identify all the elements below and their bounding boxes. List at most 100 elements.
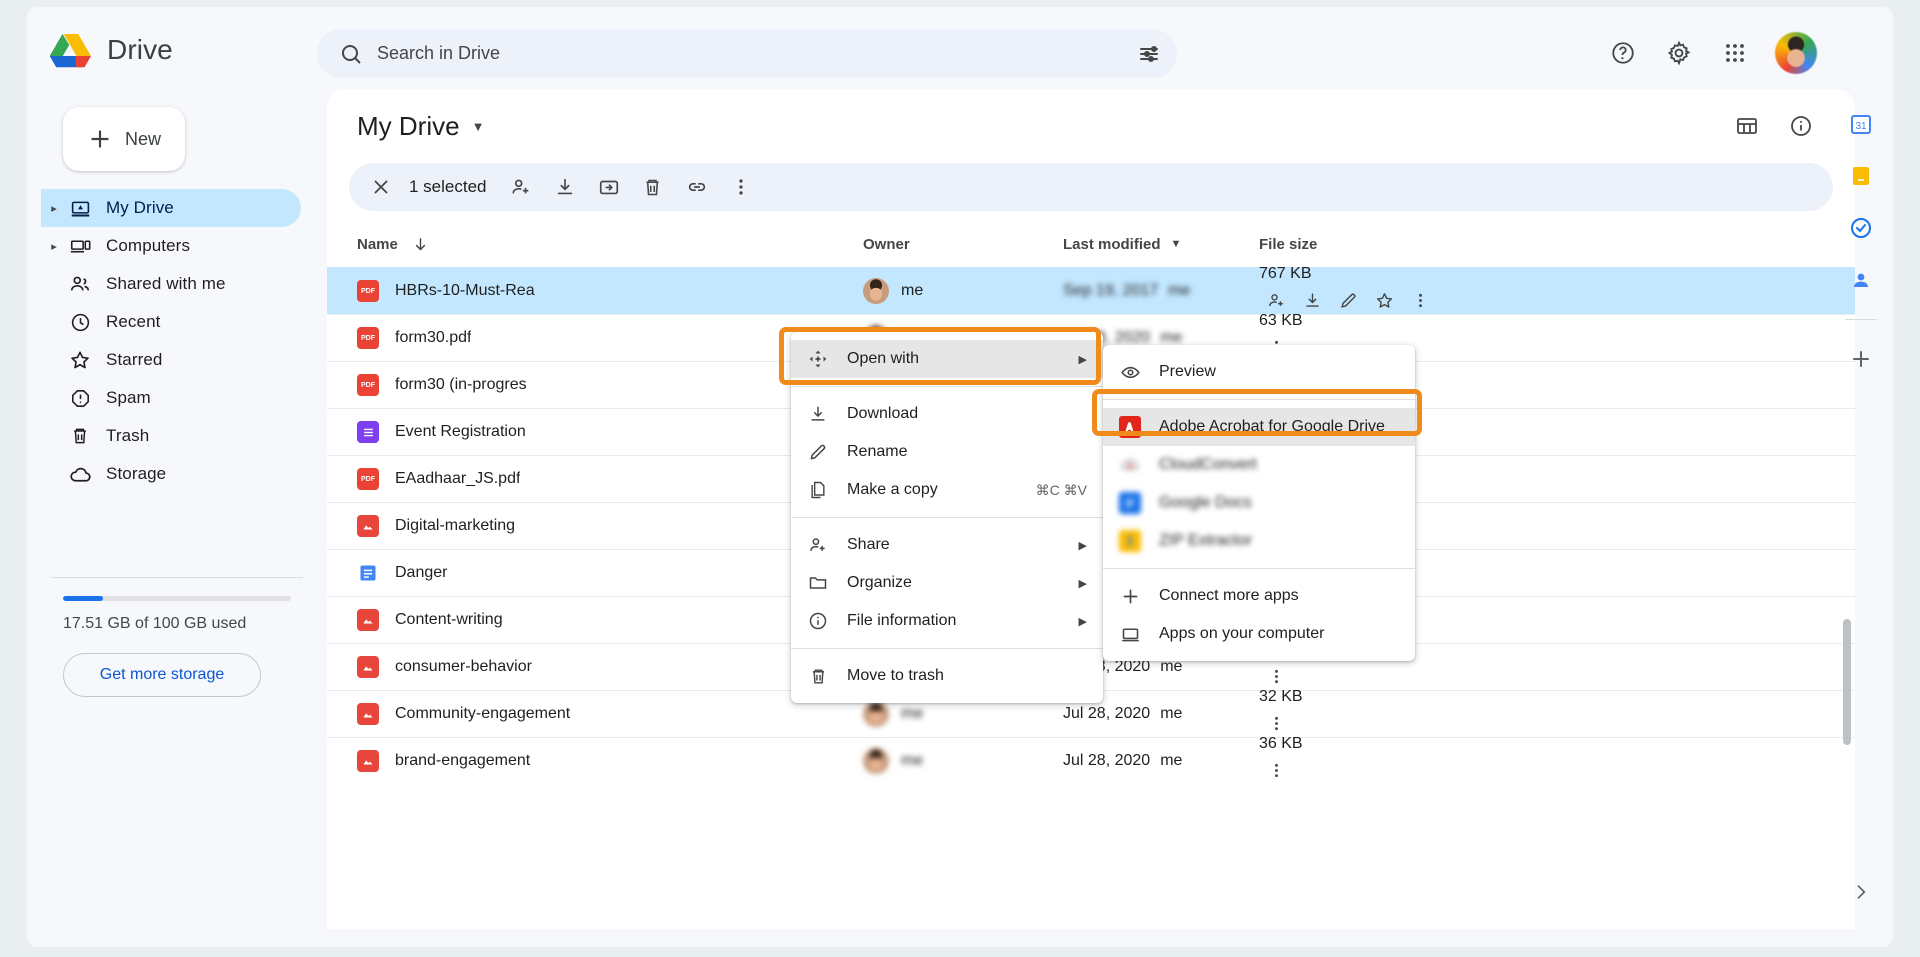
- toolbar-download-button[interactable]: [545, 167, 585, 207]
- column-header-name[interactable]: Name: [357, 236, 863, 253]
- details-info-button[interactable]: [1777, 102, 1825, 150]
- submenu-label: Connect more apps: [1159, 587, 1299, 605]
- context-menu-item-file-information[interactable]: File information ▶: [791, 602, 1103, 640]
- submenu-item-connect-more-apps[interactable]: Connect more apps: [1103, 577, 1415, 615]
- laptop-icon: [1119, 624, 1141, 645]
- context-menu-item-rename[interactable]: Rename: [791, 433, 1103, 471]
- toolbar-get-link-button[interactable]: [677, 167, 717, 207]
- context-menu-item-make-a-copy[interactable]: Make a copy ⌘C ⌘V: [791, 471, 1103, 509]
- rail-item-keep[interactable]: [1842, 157, 1880, 195]
- toolbar-share-button[interactable]: [501, 167, 541, 207]
- context-menu-item-move-to-trash[interactable]: Move to trash: [791, 657, 1103, 695]
- rail-expand-button[interactable]: [1842, 873, 1880, 911]
- context-menu-label: Share: [847, 536, 890, 554]
- avatar[interactable]: [1775, 32, 1817, 74]
- toolbar-trash-button[interactable]: [633, 167, 673, 207]
- file-context-menu: Open with ▶ Download Rename: [791, 332, 1103, 703]
- sidebar-item-starred[interactable]: Starred: [41, 341, 301, 379]
- row-more[interactable]: [1259, 753, 1293, 787]
- person-add-icon: [510, 176, 532, 198]
- toolbar-more-button[interactable]: [721, 167, 761, 207]
- rail-item-tasks[interactable]: [1842, 209, 1880, 247]
- submenu-item-google-docs[interactable]: Google Docs: [1103, 484, 1415, 522]
- context-menu-item-download[interactable]: Download: [791, 395, 1103, 433]
- shared-with-me-icon: [63, 273, 97, 295]
- google-docs-icon: [357, 562, 379, 584]
- rail-item-add-ons[interactable]: [1842, 340, 1880, 378]
- row-owner-cell: me: [863, 278, 1063, 304]
- clock-icon: [63, 312, 97, 333]
- column-header-file-size[interactable]: File size: [1259, 236, 1825, 253]
- column-header-last-modified[interactable]: Last modified ▼: [1063, 236, 1259, 253]
- file-name: consumer-behavior: [395, 658, 532, 676]
- open-with-submenu: Preview Adobe Acrobat for Google Drive C…: [1103, 345, 1415, 661]
- sidebar-item-shared-with-me[interactable]: Shared with me: [41, 265, 301, 303]
- caret-down-icon: ▼: [1171, 238, 1182, 250]
- sidebar-divider: [51, 577, 303, 578]
- help-button[interactable]: [1599, 29, 1647, 77]
- search-filter-button[interactable]: [1126, 31, 1172, 77]
- context-menu-divider: [791, 386, 1103, 387]
- row-name-cell: PDFHBRs-10-Must-Rea: [357, 280, 863, 302]
- chevron-right-icon: ▶: [1079, 577, 1087, 590]
- grid-view-button[interactable]: [1723, 102, 1771, 150]
- modified-by: me: [1160, 705, 1182, 723]
- file-name: Danger: [395, 564, 447, 582]
- submenu-item-adobe-acrobat[interactable]: Adobe Acrobat for Google Drive: [1103, 408, 1415, 446]
- sidebar-item-storage[interactable]: Storage: [41, 455, 301, 493]
- google-tasks-icon: [1849, 216, 1873, 240]
- sidebar-item-label: My Drive: [106, 198, 174, 218]
- context-menu-item-organize[interactable]: Organize ▶: [791, 564, 1103, 602]
- pdf-file-icon: PDF: [357, 374, 379, 396]
- expand-caret-icon[interactable]: ▸: [45, 202, 63, 215]
- image-file-icon: [357, 750, 379, 772]
- clear-selection-button[interactable]: [361, 167, 401, 207]
- submenu-label: Preview: [1159, 363, 1216, 381]
- row-owner-cell: me: [863, 701, 1063, 727]
- google-docs-icon: [1119, 492, 1141, 514]
- sidebar-item-spam[interactable]: Spam: [41, 379, 301, 417]
- row-name-cell: PDFform30 (in-progres: [357, 374, 863, 396]
- file-size: 36 KB: [1259, 735, 1303, 752]
- avatar: [863, 278, 889, 304]
- context-menu-label: File information: [847, 612, 956, 630]
- submenu-item-zip-extractor[interactable]: ZIP Extractor: [1103, 522, 1415, 560]
- search-bar[interactable]: [317, 29, 1177, 78]
- chevron-down-icon[interactable]: ▼: [472, 119, 485, 134]
- brand[interactable]: Drive: [49, 31, 173, 69]
- submenu-item-preview[interactable]: Preview: [1103, 353, 1415, 391]
- row-name-cell: Danger: [357, 562, 863, 584]
- person-add-icon: [807, 535, 829, 555]
- column-header-owner[interactable]: Owner: [863, 236, 1063, 253]
- file-name: Digital-marketing: [395, 517, 515, 535]
- expand-caret-icon[interactable]: ▸: [45, 240, 63, 253]
- get-more-storage-button[interactable]: Get more storage: [63, 653, 261, 697]
- file-name: EAadhaar_JS.pdf: [395, 470, 520, 488]
- sidebar-item-trash[interactable]: Trash: [41, 417, 301, 455]
- google-keep-icon: [1849, 164, 1873, 188]
- pdf-file-icon: PDF: [357, 327, 379, 349]
- rail-item-calendar[interactable]: 31: [1842, 105, 1880, 143]
- submenu-item-cloudconvert[interactable]: CloudConvert: [1103, 446, 1415, 484]
- sidebar-item-computers[interactable]: ▸ Computers: [41, 227, 301, 265]
- table-row[interactable]: PDFHBRs-10-Must-ReameSep 19, 2017me767 K…: [327, 267, 1855, 314]
- context-menu-item-open-with[interactable]: Open with ▶: [791, 340, 1103, 378]
- google-apps-button[interactable]: [1711, 29, 1759, 77]
- modified-by: me: [1160, 752, 1182, 770]
- settings-button[interactable]: [1655, 29, 1703, 77]
- new-button[interactable]: New: [63, 107, 185, 171]
- modified-date: Jul 28, 2020: [1063, 705, 1150, 723]
- rail-item-contacts[interactable]: [1842, 261, 1880, 299]
- sidebar-item-my-drive[interactable]: ▸ My Drive: [41, 189, 301, 227]
- google-forms-icon: [357, 421, 379, 443]
- google-drive-logo: [49, 31, 93, 69]
- search-input[interactable]: [363, 43, 1126, 64]
- sidebar-item-recent[interactable]: Recent: [41, 303, 301, 341]
- table-row[interactable]: brand-engagementmeJul 28, 2020me36 KB: [327, 737, 1855, 784]
- row-owner-cell: me: [863, 748, 1063, 774]
- trash-icon: [642, 177, 663, 198]
- pdf-file-icon: PDF: [357, 468, 379, 490]
- toolbar-move-button[interactable]: [589, 167, 629, 207]
- submenu-item-apps-on-your-computer[interactable]: Apps on your computer: [1103, 615, 1415, 653]
- context-menu-item-share[interactable]: Share ▶: [791, 526, 1103, 564]
